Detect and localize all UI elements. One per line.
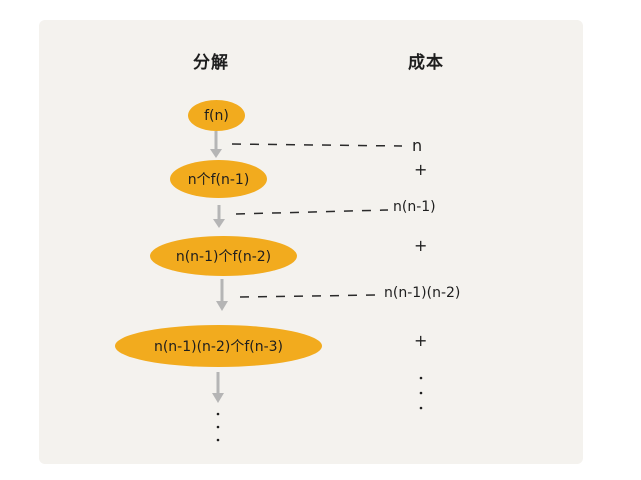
node-f-n: f(n): [188, 100, 245, 131]
flow-arrow-3: [216, 279, 228, 311]
cost-n: n: [412, 136, 423, 155]
continuation-dots-left: [216, 412, 220, 442]
flow-arrow-4: [212, 372, 224, 403]
cost-n-n-1: n(n-1): [393, 199, 436, 215]
flow-arrow-1: [210, 131, 222, 158]
node-n-n-1-f-n-2: n(n-1)个f(n-2): [150, 236, 297, 276]
dashed-connector-3: [239, 294, 379, 298]
dashed-connector-1: [231, 143, 403, 147]
plus-sign-1: +: [414, 160, 428, 179]
dashed-connector-2: [235, 209, 389, 215]
decompose-header: 分解: [193, 53, 229, 73]
plus-sign-3: +: [414, 331, 428, 350]
diagram-lines: [210, 131, 423, 442]
cost-n-n-1-n-2: n(n-1)(n-2): [384, 285, 461, 301]
plus-sign-2: +: [414, 236, 428, 255]
node-n-f-n-1: n个f(n-1): [170, 160, 267, 198]
flow-arrow-2: [213, 205, 225, 228]
cost-header: 成本: [408, 53, 444, 73]
continuation-dots-right: [419, 376, 423, 410]
node-n-n-1-n-2-f-n-3: n(n-1)(n-2)个f(n-3): [115, 325, 322, 367]
